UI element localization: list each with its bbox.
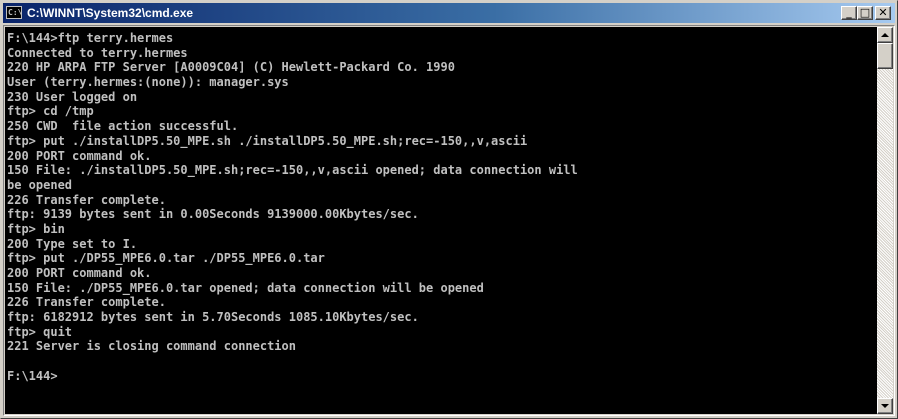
- cmd-app-icon[interactable]: C:\: [6, 6, 22, 19]
- console-line: 150 File: ./DP55_MPE6.0.tar opened; data…: [7, 280, 484, 295]
- console-line: 226 Transfer complete.: [7, 295, 166, 310]
- cmd-window: C:\ C:\WINNT\System32\cmd.exe _ □ ✕ F:\1…: [0, 0, 898, 419]
- console-line: ftp> quit: [7, 324, 73, 339]
- window-title: C:\WINNT\System32\cmd.exe: [27, 6, 194, 20]
- console-line: ftp: 6182912 bytes sent in 5.70Seconds 1…: [7, 310, 419, 325]
- console-line: User (terry.hermes:(none)): manager.sys: [7, 75, 289, 90]
- vertical-scrollbar[interactable]: [877, 27, 893, 414]
- console-line: ftp> bin: [7, 221, 65, 236]
- console-line: be opened: [7, 177, 73, 192]
- console-line: F:\144>ftp terry.hermes: [7, 31, 174, 45]
- arrow-up-icon: [881, 33, 889, 37]
- cmd-app-icon-text: C:\: [8, 8, 23, 17]
- maximize-icon: □: [859, 6, 871, 19]
- scroll-down-button[interactable]: [877, 398, 893, 414]
- console-line: 150 File: ./installDP5.50_MPE.sh;rec=-15…: [7, 163, 578, 178]
- scrollbar-thumb[interactable]: [877, 43, 893, 69]
- console-line: ftp: 9139 bytes sent in 0.00Seconds 9139…: [7, 207, 419, 222]
- console-line: F:\144>: [7, 368, 58, 383]
- title-bar[interactable]: C:\ C:\WINNT\System32\cmd.exe _ □ ✕: [3, 3, 895, 23]
- console-line: 220 HP ARPA FTP Server [A0009C04] (C) He…: [7, 60, 455, 75]
- console-output[interactable]: F:\144>ftp terry.hermes Connected to terr…: [5, 27, 877, 414]
- console-line: 221 Server is closing command connection: [7, 339, 296, 354]
- console-line: 226 Transfer complete.: [7, 192, 166, 207]
- maximize-button[interactable]: □: [857, 6, 873, 20]
- console-line: ftp> put ./installDP5.50_MPE.sh ./instal…: [7, 133, 528, 148]
- console-line: 200 Type set to I.: [7, 236, 138, 251]
- close-button[interactable]: ✕: [875, 6, 891, 20]
- minimize-icon: _: [846, 6, 852, 19]
- console-text: F:\144>ftp terry.hermes Connected to terr…: [7, 31, 578, 384]
- arrow-down-icon: [881, 404, 889, 408]
- scroll-up-button[interactable]: [877, 27, 893, 43]
- close-icon: ✕: [878, 6, 888, 19]
- minimize-button[interactable]: _: [841, 6, 857, 20]
- console-line: Connected to terry.hermes: [7, 45, 188, 60]
- console-line: ftp> cd /tmp: [7, 104, 94, 119]
- console-line: 230 User logged on: [7, 89, 138, 104]
- console-line: ftp> put ./DP55_MPE6.0.tar ./DP55_MPE6.0…: [7, 251, 325, 266]
- console-client-area: F:\144>ftp terry.hermes Connected to terr…: [3, 25, 895, 416]
- console-line: 200 PORT command ok.: [7, 266, 152, 280]
- console-line: 200 PORT command ok.: [7, 148, 152, 163]
- console-line: 250 CWD file action successful.: [7, 119, 239, 134]
